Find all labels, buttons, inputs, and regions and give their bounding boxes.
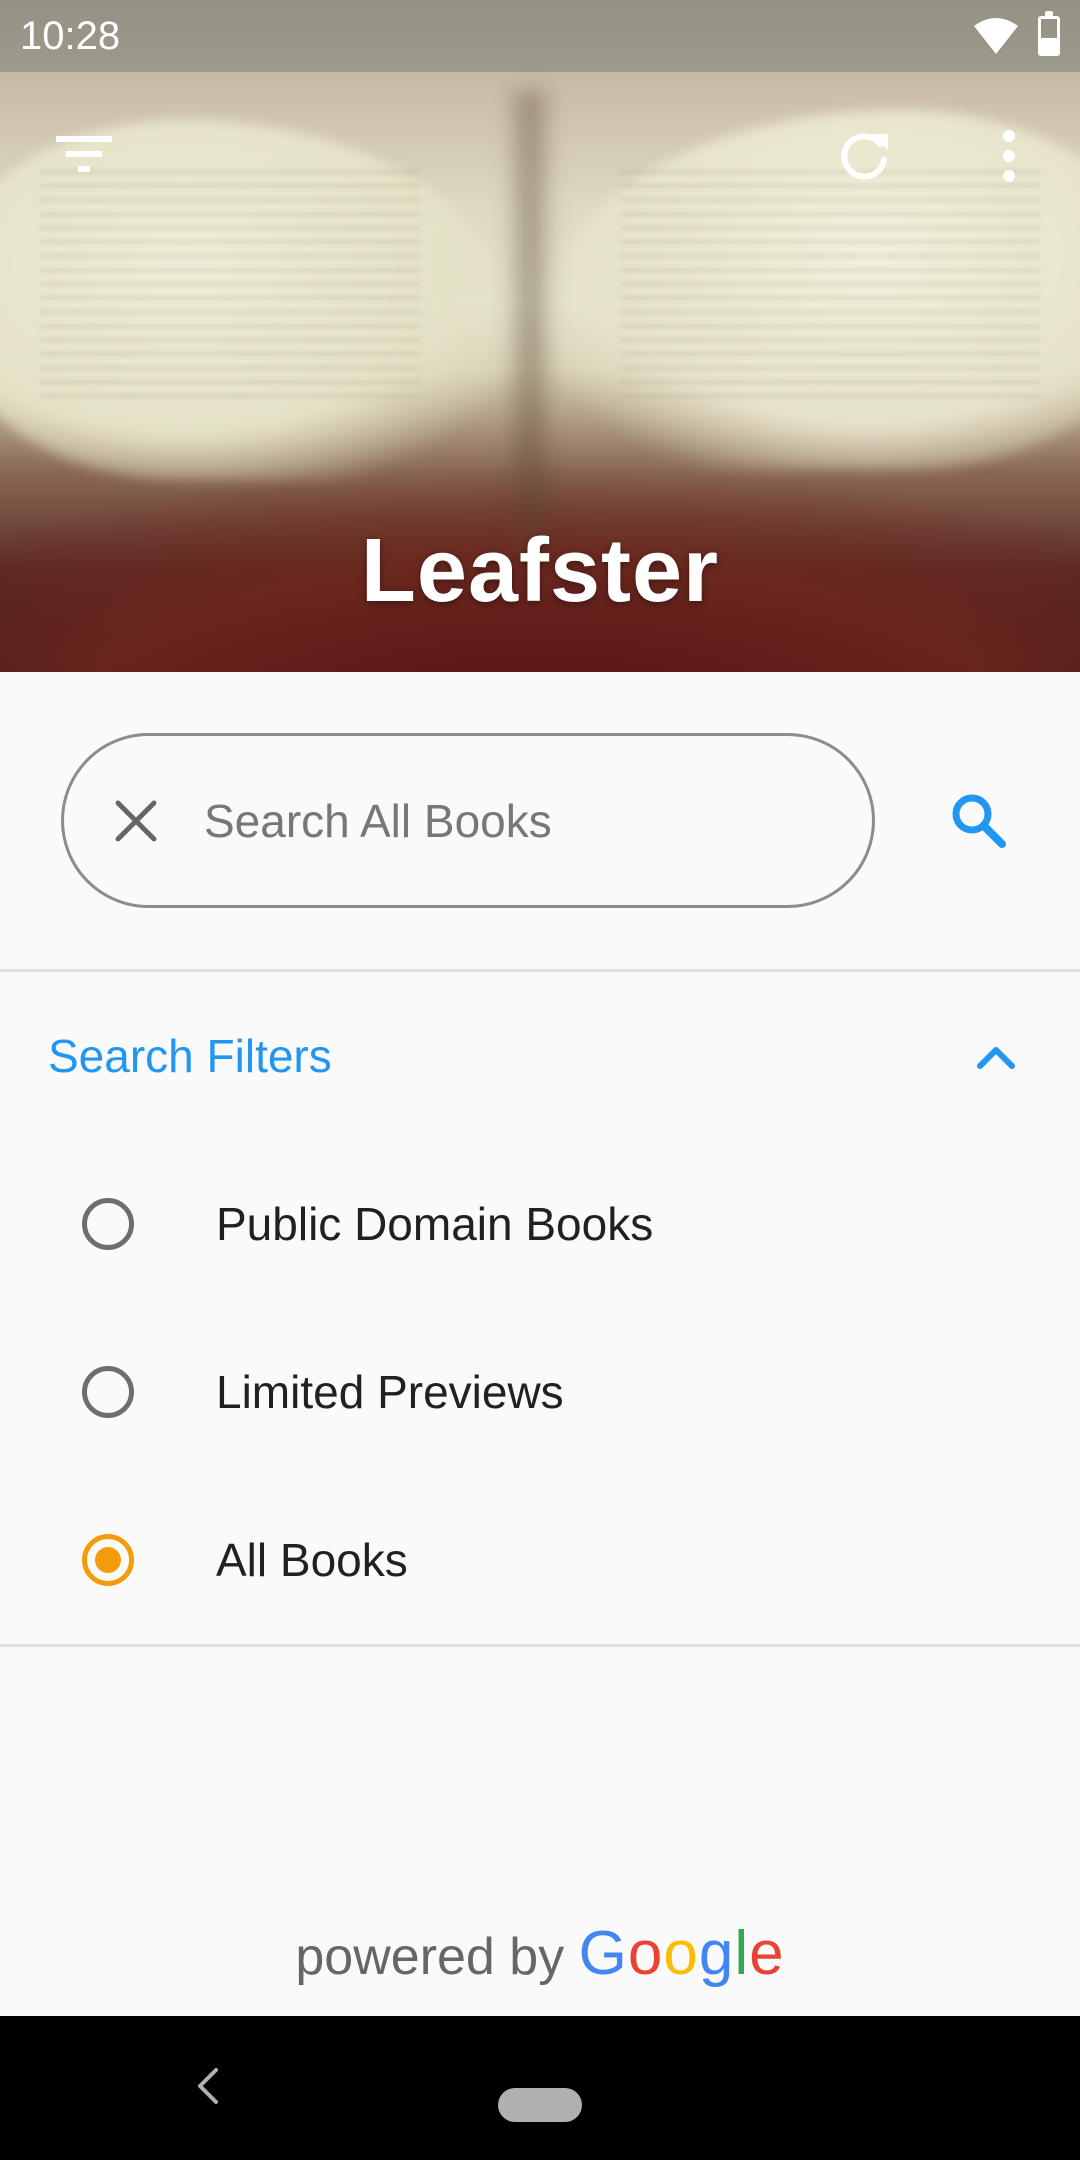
radio-button[interactable] <box>82 1366 134 1418</box>
back-icon[interactable] <box>196 2066 220 2106</box>
google-letter: e <box>749 1919 785 1988</box>
filter-option-all-books[interactable]: All Books <box>0 1478 1080 1642</box>
chevron-up-icon[interactable] <box>976 1042 1016 1070</box>
status-time: 10:28 <box>20 13 121 58</box>
battery-icon <box>1038 11 1060 56</box>
filter-list-icon[interactable] <box>56 130 112 178</box>
app-title: Leafster <box>360 521 720 621</box>
home-button[interactable] <box>498 2088 582 2122</box>
powered-by-text: powered by <box>295 1928 565 1986</box>
navigation-bar <box>0 2016 1080 2160</box>
radio-button-selected[interactable] <box>82 1534 134 1586</box>
google-logo: Google <box>579 1919 785 1988</box>
filter-option-label: All Books <box>216 1534 408 1586</box>
book-spine <box>505 90 555 550</box>
close-icon[interactable] <box>112 797 160 845</box>
search-icon[interactable] <box>948 790 1008 850</box>
filter-option-public-domain[interactable]: Public Domain Books <box>0 1142 1080 1306</box>
google-letter: o <box>663 1919 699 1988</box>
filter-option-limited-previews[interactable]: Limited Previews <box>0 1310 1080 1474</box>
wifi-icon <box>974 18 1018 54</box>
status-bar: 10:28 <box>0 0 1080 72</box>
google-letter: G <box>578 1919 628 1988</box>
google-letter: l <box>734 1919 750 1988</box>
book-text-right <box>620 170 1040 400</box>
divider <box>0 969 1080 972</box>
filter-option-label: Limited Previews <box>216 1366 564 1418</box>
powered-by-google: powered by Google <box>0 1918 1080 1989</box>
google-letter: g <box>698 1919 735 1988</box>
divider <box>0 1644 1080 1647</box>
book-text-left <box>40 170 420 400</box>
google-letter: o <box>627 1919 664 1988</box>
search-filters-header[interactable]: Search Filters <box>0 974 1080 1138</box>
search-filters-title: Search Filters <box>48 1030 332 1082</box>
more-vert-icon[interactable] <box>994 128 1024 184</box>
search-input[interactable] <box>204 793 804 848</box>
status-icons <box>972 11 1060 56</box>
refresh-icon[interactable] <box>838 130 890 182</box>
search-field[interactable] <box>61 733 875 908</box>
filter-option-label: Public Domain Books <box>216 1198 654 1250</box>
radio-button[interactable] <box>82 1198 134 1250</box>
